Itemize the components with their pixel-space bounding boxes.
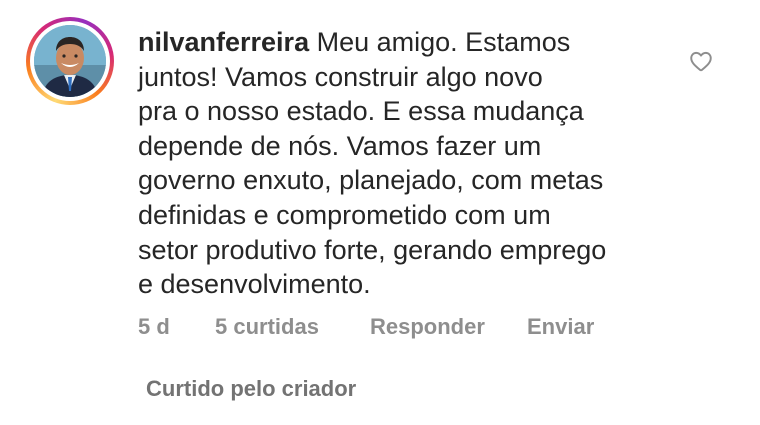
- avatar-photo: [34, 25, 106, 97]
- comment-line: depende de nós. Vamos fazer um: [138, 130, 542, 161]
- comment-line: setor produtivo forte, gerando emprego: [138, 234, 607, 265]
- liked-by-creator-label: Curtido pelo criador: [146, 376, 357, 401]
- heart-icon[interactable]: [688, 48, 714, 74]
- comment-username[interactable]: nilvanferreira: [138, 27, 309, 57]
- timestamp: 5 d: [138, 314, 170, 339]
- avatar-ring-gap: [30, 21, 110, 101]
- comment-line: governo enxuto, planejado, com metas: [138, 165, 604, 196]
- comment-text: nilvanferreira Meu amigo. Estamos juntos…: [138, 25, 668, 302]
- comment-line: Meu amigo. Estamos: [316, 27, 571, 57]
- avatar[interactable]: [26, 17, 114, 105]
- send-button[interactable]: Enviar: [527, 314, 594, 340]
- comment-item: nilvanferreira Meu amigo. Estamos juntos…: [0, 0, 760, 425]
- comment-line: e desenvolvimento.: [138, 269, 371, 300]
- comment-line: juntos! Vamos construir algo novo: [138, 61, 543, 92]
- reply-button[interactable]: Responder: [370, 314, 485, 340]
- comment-line: pra o nosso estado. E essa mudança: [138, 96, 584, 127]
- comment-line: definidas e comprometido com um: [138, 199, 551, 230]
- likes-count[interactable]: 5 curtidas: [215, 314, 319, 340]
